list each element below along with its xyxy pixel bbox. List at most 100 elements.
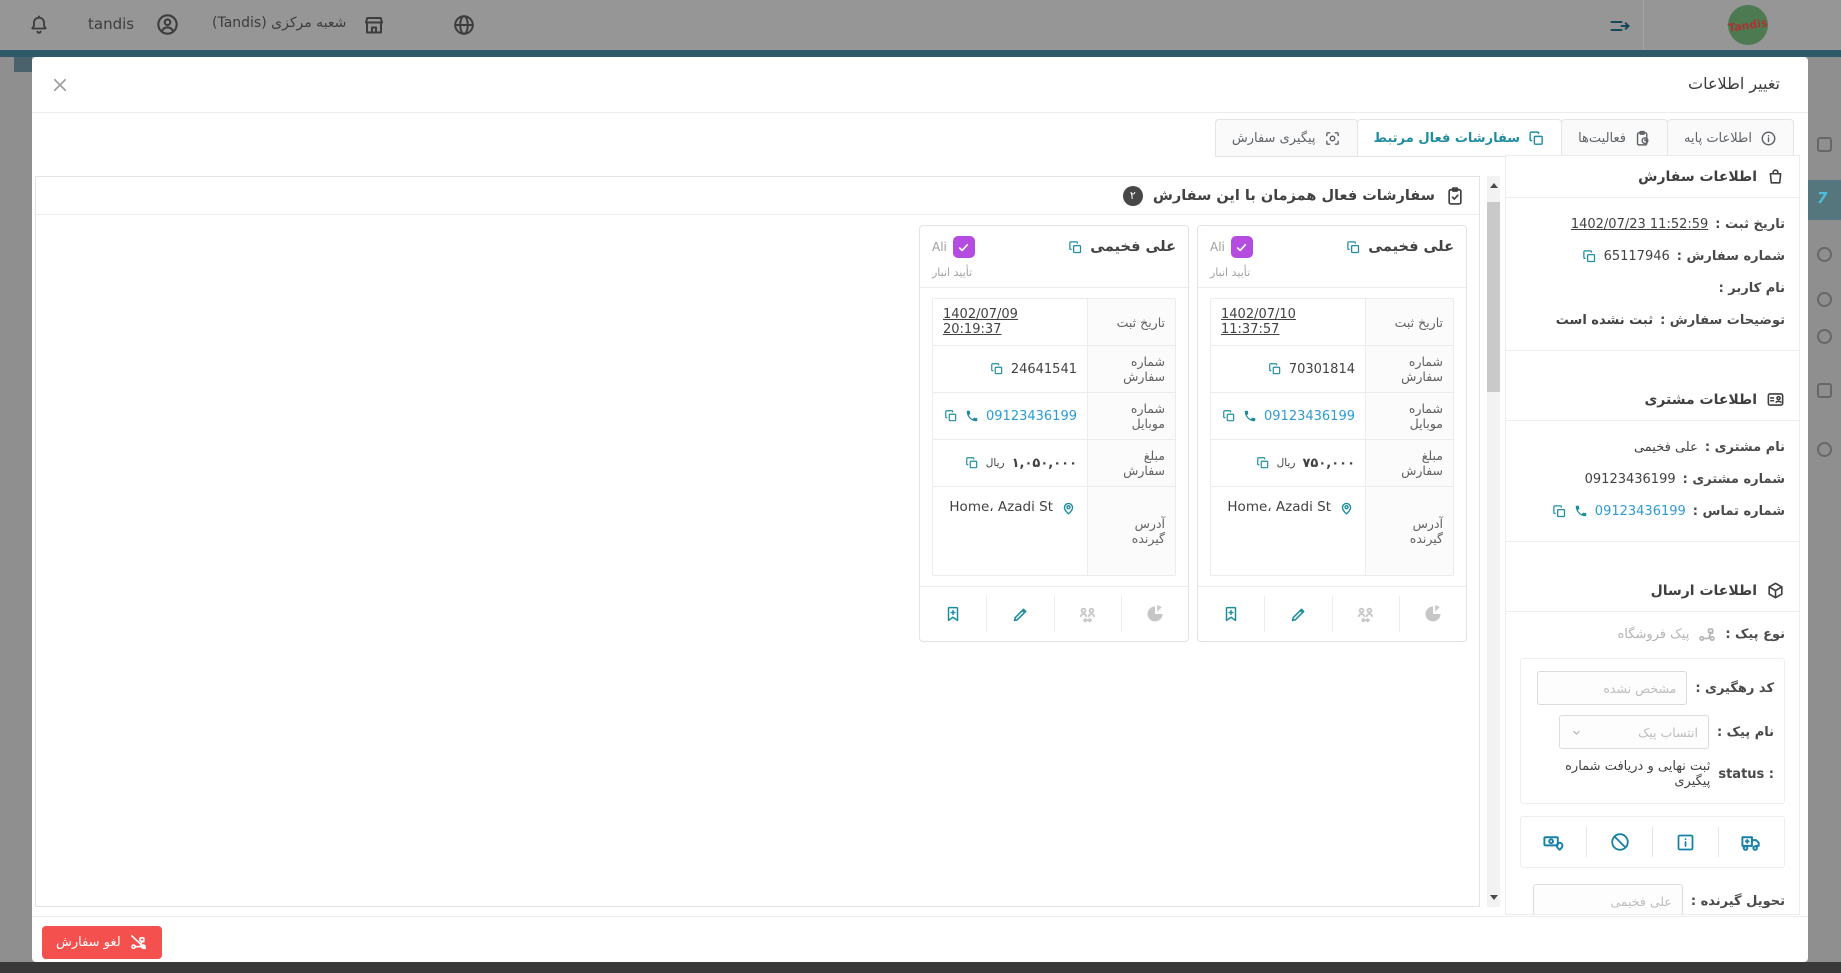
receiver-address: Home، Azadi St	[1227, 499, 1331, 515]
shipping-info-header: اطلاعات ارسال	[1506, 570, 1799, 612]
bell-icon[interactable]	[28, 14, 50, 36]
cancel-order-button[interactable]: لغو سفارش	[42, 926, 162, 959]
collapse-sidebar-icon[interactable]	[1608, 14, 1632, 38]
copy-icon[interactable]	[1268, 362, 1282, 376]
card-agent: Ali	[932, 236, 975, 258]
courier-type-value: پیک فروشگاه	[1618, 627, 1690, 642]
scroll-down-arrow[interactable]	[1487, 890, 1500, 905]
order-summary-sidebar: اطلاعات سفارش تاریخ ثبت : 1402/07/23 11:…	[1505, 155, 1800, 915]
card-table: تاریخ ثبت 1402/07/10 11:37:57 شماره سفار…	[1210, 298, 1454, 576]
card-agent: Ali	[1210, 236, 1253, 258]
order-date: 1402/07/09 20:19:37	[943, 307, 1077, 337]
order-cards-row: علی فخیمی Ali تأیید انبار	[36, 215, 1479, 652]
contact-number-link[interactable]: 09123436199	[1595, 504, 1686, 519]
order-date: 1402/07/10 11:37:57	[1221, 307, 1355, 337]
tracking-code-input[interactable]	[1537, 671, 1687, 705]
money-pin-icon[interactable]	[1521, 827, 1586, 857]
copy-icon[interactable]	[1256, 456, 1270, 470]
ban-icon[interactable]	[1586, 827, 1652, 857]
tab-order-tracking[interactable]: پیگیری سفارش	[1215, 119, 1358, 157]
tab-related-active-orders[interactable]: سفارشات فعال مرتبط	[1357, 119, 1563, 157]
copy-icon[interactable]	[1582, 249, 1597, 264]
copy-icon[interactable]	[965, 456, 979, 470]
phone-icon[interactable]	[1574, 504, 1588, 518]
content-scrollbar[interactable]	[1487, 176, 1500, 907]
clipboard-clock-icon	[1634, 130, 1651, 147]
copy-icon[interactable]	[990, 362, 1004, 376]
copy-icon[interactable]	[1222, 409, 1236, 423]
tab-basic-info[interactable]: اطلاعات پایه	[1667, 119, 1794, 157]
courier-type-row: نوع پیک : پیک فروشگاه	[1506, 612, 1799, 648]
copy-icon[interactable]	[1346, 240, 1361, 255]
register-date: 1402/07/23 11:52:59	[1571, 217, 1708, 232]
bookmark-plus-icon[interactable]	[920, 596, 987, 632]
scan-icon	[1324, 130, 1341, 147]
related-orders-heading: سفارشات فعال همزمان با این سفارش ۲	[36, 177, 1479, 215]
page-accent-band	[0, 50, 1841, 57]
avatar-icon[interactable]	[155, 12, 180, 37]
card-status: تأیید انبار	[1210, 266, 1454, 279]
pin-icon[interactable]	[1338, 499, 1355, 516]
agent-check-icon	[953, 236, 975, 258]
mobile-link[interactable]: 09123436199	[1264, 409, 1355, 424]
globe-icon[interactable]	[452, 13, 476, 37]
bookmark-plus-icon[interactable]	[1198, 596, 1265, 632]
card-customer-name: علی فخیمی	[1068, 239, 1176, 255]
phone-icon[interactable]	[1243, 409, 1257, 423]
modal-tabs: اطلاعات پایه فعالیت‌ها سفارشات فعال مرتب…	[1216, 119, 1794, 157]
heading-text: سفارشات فعال همزمان با این سفارش	[1153, 188, 1435, 204]
scroll-up-arrow[interactable]	[1487, 178, 1500, 193]
transfer-customer-icon[interactable]	[1333, 596, 1400, 632]
package-icon	[1766, 581, 1785, 600]
copy-icon[interactable]	[1552, 504, 1567, 519]
info-square-icon[interactable]	[1652, 827, 1718, 857]
customer-name: علی فخیمی	[1634, 440, 1698, 455]
discount-pie-icon[interactable]	[1122, 596, 1188, 632]
dimmed-right-strip: 7	[1808, 57, 1841, 962]
tab-activities[interactable]: فعالیت‌ها	[1561, 119, 1668, 157]
copy-icon[interactable]	[1068, 240, 1083, 255]
receiver-address: Home، Azadi St	[949, 499, 1053, 515]
tandis-logo[interactable]: Tandis	[1728, 5, 1768, 45]
card-actions	[920, 587, 1188, 641]
order-number: 24641541	[1011, 362, 1077, 377]
order-number: 70301814	[1289, 362, 1355, 377]
order-card: علی فخیمی Ali تأیید انبار	[919, 225, 1189, 642]
store-icon[interactable]	[362, 13, 386, 37]
topbar-divider	[1643, 0, 1644, 50]
close-icon[interactable]	[48, 73, 72, 97]
info-circle-icon	[1760, 130, 1777, 147]
customer-number: 09123436199	[1585, 472, 1676, 487]
scooter-cancel-icon	[129, 933, 148, 952]
order-description: ثبت نشده است	[1556, 313, 1653, 328]
transfer-customer-icon[interactable]	[1055, 596, 1122, 632]
discount-pie-icon[interactable]	[1400, 596, 1466, 632]
edit-pencil-icon[interactable]	[987, 596, 1054, 632]
scrollbar-thumb[interactable]	[1487, 202, 1500, 392]
order-card: علی فخیمی Ali تأیید انبار	[1197, 225, 1467, 642]
pin-icon[interactable]	[1060, 499, 1077, 516]
modal-header: تغییر اطلاعات	[32, 57, 1808, 113]
change-info-modal: تغییر اطلاعات اطلاعات پایه فعالیت‌ها سفا…	[32, 57, 1808, 962]
shipping-status-value: ثبت نهایی و دریافت شماره پیگیری	[1531, 759, 1710, 789]
scooter-icon	[1697, 624, 1717, 644]
shipping-actions	[1520, 816, 1785, 868]
courier-name-select[interactable]: انتساب پیک	[1559, 715, 1709, 749]
top-app-bar: tandis شعبه مرکزی (Tandis) Tandis	[0, 0, 1841, 50]
card-actions	[1198, 587, 1466, 641]
related-orders-panel: سفارشات فعال همزمان با این سفارش ۲ علی ف…	[35, 176, 1480, 907]
dimmed-active-menu-item: 7	[1808, 180, 1841, 220]
edit-pencil-icon[interactable]	[1265, 596, 1332, 632]
agent-check-icon	[1231, 236, 1253, 258]
brand-name: tandis	[88, 15, 134, 33]
card-table: تاریخ ثبت 1402/07/09 20:19:37 شماره سفار…	[932, 298, 1176, 576]
order-amount: ۷۵۰,۰۰۰	[1302, 456, 1355, 471]
copy-icon[interactable]	[944, 409, 958, 423]
currency-label: ریال	[986, 457, 1005, 469]
truck-plus-icon[interactable]	[1718, 827, 1784, 857]
receiver-name-input[interactable]	[1533, 884, 1683, 915]
phone-icon[interactable]	[965, 409, 979, 423]
order-amount: ۱,۰۵۰,۰۰۰	[1012, 456, 1077, 471]
order-number: 65117946	[1604, 249, 1670, 264]
mobile-link[interactable]: 09123436199	[986, 409, 1077, 424]
